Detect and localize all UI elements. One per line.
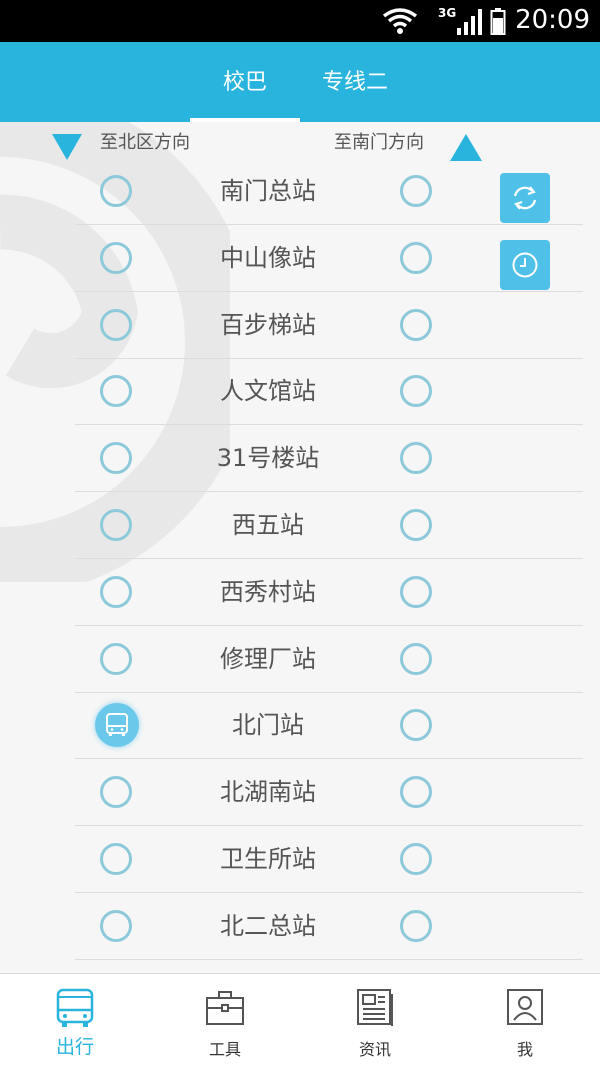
stop-name: 北二总站 (220, 911, 316, 940)
stop-name: 百步梯站 (220, 310, 316, 339)
tab-label: 校巴 (222, 70, 267, 95)
stop-name: 西秀村站 (220, 577, 316, 606)
stop-name: 31号楼站 (216, 444, 320, 473)
stop-marker-north[interactable] (100, 509, 132, 541)
stop-marker-south[interactable] (400, 509, 432, 541)
stop-row[interactable]: 修理厂站 (0, 626, 600, 693)
stop-marker-north[interactable] (100, 642, 132, 675)
stop-marker-south[interactable] (400, 308, 432, 341)
refresh-icon (513, 186, 537, 210)
nav-label: 工具 (208, 1040, 241, 1059)
user-icon (507, 989, 543, 1025)
bus-position-icon[interactable] (95, 703, 139, 748)
stop-marker-south[interactable] (400, 843, 432, 875)
stop-row[interactable]: 卫生所站 (0, 826, 600, 893)
stop-marker-north[interactable] (100, 442, 132, 475)
stop-marker-north[interactable] (100, 575, 132, 608)
stop-name: 西五站 (232, 511, 304, 539)
tab-school-bus[interactable]: 校巴 (190, 42, 300, 122)
stop-marker-south[interactable] (400, 642, 432, 675)
stop-row[interactable]: 西五站 (0, 492, 600, 559)
direction-down-icon (52, 134, 82, 160)
status-bar: 3G 20:09 (0, 0, 600, 42)
stop-marker-north[interactable] (100, 308, 132, 341)
direction-label-south: 至南门方向 (334, 132, 424, 153)
stop-name: 中山像站 (220, 243, 316, 272)
stop-name: 南门总站 (220, 177, 316, 205)
stop-marker-north[interactable] (100, 241, 132, 274)
stop-row[interactable]: 31号楼站 (0, 425, 600, 493)
route-view[interactable]: 至北区方向 至南门方向 南门总站中山像站百步梯站人文馆站 31号楼站西五站西秀村站… (0, 122, 600, 973)
status-time: 20:09 (515, 5, 590, 35)
stop-name: 北湖南站 (220, 778, 316, 807)
signal-icon (457, 9, 482, 35)
timetable-button[interactable] (500, 240, 550, 290)
stop-row[interactable]: 北湖南站 (0, 759, 600, 827)
stop-row[interactable]: 北二总站 (0, 893, 600, 960)
wifi-icon (382, 8, 418, 34)
clock-icon (512, 252, 538, 278)
stop-marker-south[interactable] (400, 175, 432, 207)
stop-row[interactable]: 百步梯站 (0, 292, 600, 359)
stop-marker-south[interactable] (400, 442, 432, 475)
stop-marker-south[interactable] (400, 241, 432, 274)
toolbox-icon (206, 991, 244, 1025)
news-icon (357, 989, 393, 1026)
stop-marker-north[interactable] (100, 843, 132, 875)
stop-marker-north[interactable] (100, 175, 132, 207)
tab-label: 专线二 (321, 70, 388, 95)
stop-row[interactable]: 西秀村站 (0, 559, 600, 626)
direction-label-north: 至北区方向 (100, 132, 190, 153)
row-divider (75, 958, 583, 960)
stop-name: 北门站 (232, 711, 304, 740)
header: 校巴 专线二 (0, 42, 600, 122)
nav-tools[interactable]: 工具 (150, 974, 300, 1067)
stop-marker-south[interactable] (400, 909, 432, 942)
bus-icon (56, 988, 94, 1027)
stop-marker-south[interactable] (400, 575, 432, 608)
stop-row[interactable]: 人文馆站 (0, 358, 600, 426)
battery-icon (490, 8, 506, 35)
nav-label: 资讯 (358, 1040, 391, 1059)
nav-news[interactable]: 资讯 (300, 974, 450, 1067)
nav-me[interactable]: 我 (450, 974, 600, 1067)
stop-name: 修理厂站 (220, 644, 316, 673)
stop-marker-south[interactable] (400, 776, 432, 809)
nav-label: 出行 (55, 1036, 94, 1058)
stop-marker-north[interactable] (100, 375, 132, 408)
stop-marker-south[interactable] (400, 709, 432, 742)
stop-name: 人文馆站 (220, 377, 316, 406)
stop-name: 卫生所站 (220, 845, 316, 873)
stop-marker-south[interactable] (400, 375, 432, 408)
direction-up-icon (450, 134, 482, 161)
stop-marker-north[interactable] (100, 776, 132, 809)
bottom-nav: 出行 工具 资讯 我 (0, 973, 600, 1067)
nav-label: 我 (516, 1040, 533, 1059)
stop-row[interactable]: 北门站 (0, 692, 600, 760)
network-type: 3G (438, 6, 457, 20)
refresh-button[interactable] (500, 173, 550, 223)
nav-travel[interactable]: 出行 (0, 974, 150, 1067)
tab-line-two[interactable]: 专线二 (300, 42, 410, 122)
stop-marker-north[interactable] (100, 909, 132, 942)
